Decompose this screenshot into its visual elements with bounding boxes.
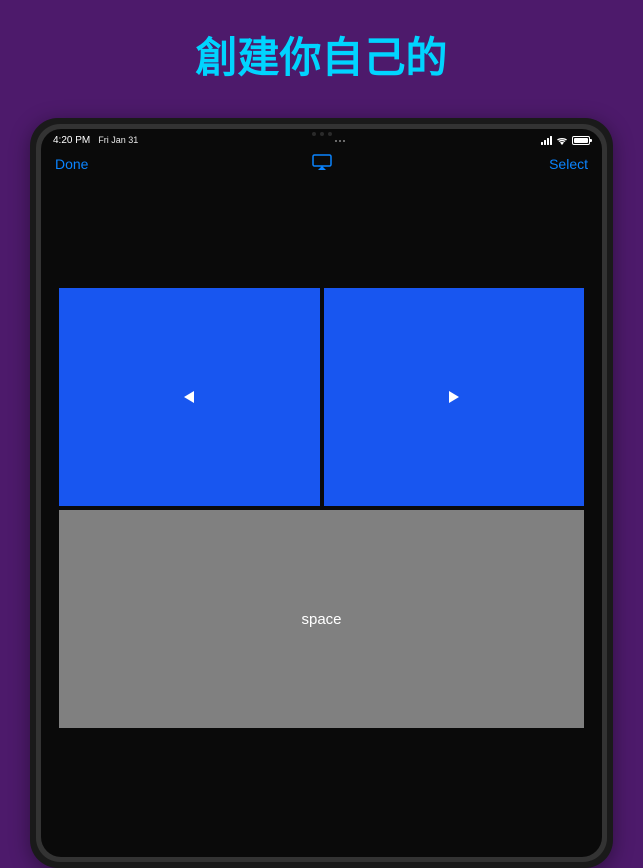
tablet-frame: 4:20 PM Fri Jan 31 [30,118,613,868]
battery-icon [572,136,590,145]
left-arrow-button[interactable] [59,288,320,506]
tablet-bezel: 4:20 PM Fri Jan 31 [36,124,607,862]
page-title: 創建你自己的 [0,0,643,105]
signal-icon [541,136,552,145]
status-time: 4:20 PM [53,135,90,146]
space-button-label: space [301,611,341,628]
status-right [541,136,590,145]
space-button[interactable]: space [59,510,584,728]
tablet-screen: 4:20 PM Fri Jan 31 [41,129,602,857]
select-button[interactable]: Select [549,156,588,172]
arrow-button-row [59,288,584,506]
status-center-dots [335,140,345,142]
done-button[interactable]: Done [55,156,88,172]
status-left: 4:20 PM Fri Jan 31 [53,135,138,146]
camera-dots [312,132,332,136]
right-arrow-button[interactable] [324,288,585,506]
triangle-right-icon [449,391,459,403]
nav-bar: Done Select [41,148,602,180]
airplay-icon[interactable] [312,154,332,175]
status-date: Fri Jan 31 [98,135,138,145]
wifi-icon [556,136,568,145]
content-area: space [41,288,602,728]
triangle-left-icon [184,391,194,403]
